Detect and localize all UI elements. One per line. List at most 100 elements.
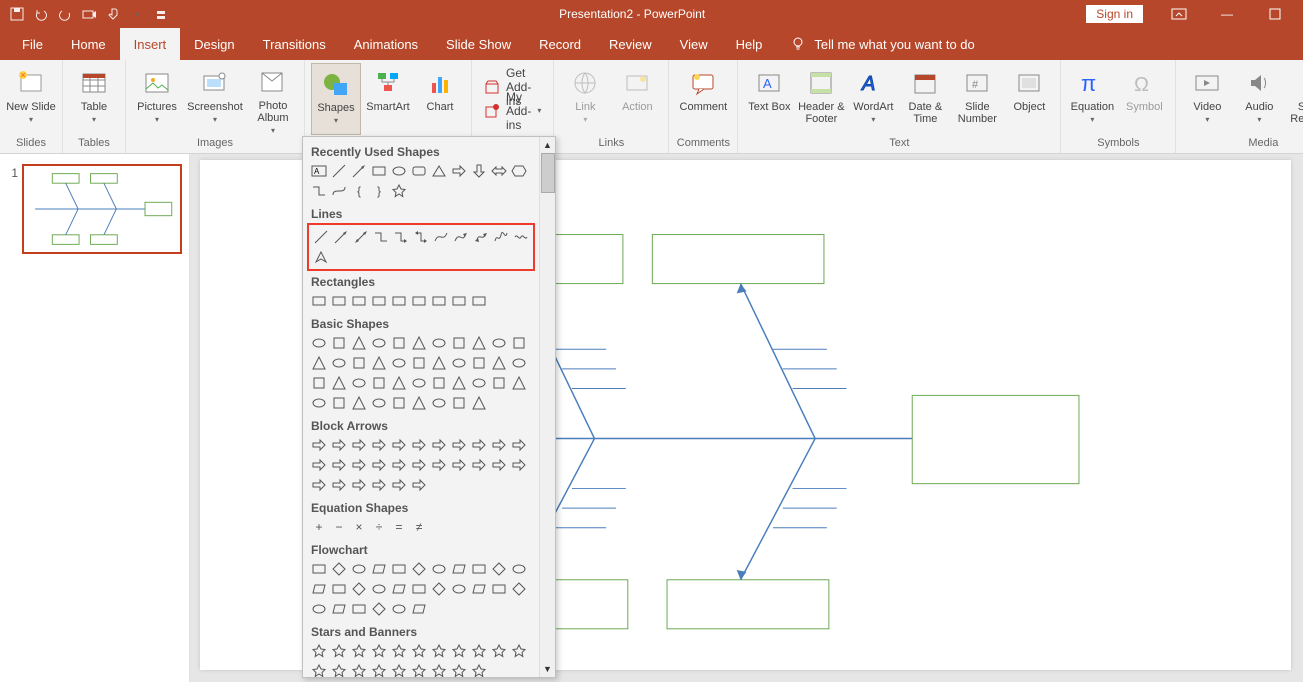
- flowchart-shape-icon[interactable]: [329, 579, 349, 599]
- line-freeform-shape-icon[interactable]: [311, 247, 331, 267]
- shapes-scrollbar[interactable]: ▲ ▼: [539, 137, 555, 677]
- eq-eq-icon[interactable]: =: [389, 517, 409, 537]
- flowchart-shape-icon[interactable]: [429, 579, 449, 599]
- wordart-button[interactable]: AWordArt▾: [848, 63, 898, 135]
- block-arrow-icon[interactable]: [449, 435, 469, 455]
- star-shape-icon[interactable]: [389, 661, 409, 677]
- flowchart-shape-icon[interactable]: [429, 559, 449, 579]
- star-shape-icon[interactable]: [449, 641, 469, 661]
- basic-shape-icon[interactable]: [489, 373, 509, 393]
- star-shape-icon[interactable]: [489, 641, 509, 661]
- block-arrow-icon[interactable]: [349, 475, 369, 495]
- block-arrow-icon[interactable]: [349, 455, 369, 475]
- sign-in-button[interactable]: Sign in: [1086, 5, 1143, 23]
- flowchart-shape-icon[interactable]: [489, 559, 509, 579]
- shape-arrow-lr-icon[interactable]: [489, 161, 509, 181]
- new-slide-button[interactable]: New Slide▾: [6, 63, 56, 135]
- block-arrow-icon[interactable]: [409, 435, 429, 455]
- shape-elbow-icon[interactable]: [309, 181, 329, 201]
- star-shape-icon[interactable]: [469, 641, 489, 661]
- block-arrow-icon[interactable]: [309, 455, 329, 475]
- block-arrow-icon[interactable]: [389, 435, 409, 455]
- shape-rbrace-icon[interactable]: }: [369, 181, 389, 201]
- pictures-button[interactable]: Pictures▾: [132, 63, 182, 135]
- flowchart-shape-icon[interactable]: [389, 579, 409, 599]
- photo-album-button[interactable]: Photo Album▾: [248, 63, 298, 135]
- line-double-arrow-icon[interactable]: [351, 227, 371, 247]
- basic-shape-icon[interactable]: [429, 393, 449, 413]
- shape-line-icon[interactable]: [329, 161, 349, 181]
- basic-shape-icon[interactable]: [369, 393, 389, 413]
- basic-shape-icon[interactable]: [429, 353, 449, 373]
- block-arrow-icon[interactable]: [389, 455, 409, 475]
- line-arrow-icon[interactable]: [331, 227, 351, 247]
- line-straight-icon[interactable]: [311, 227, 331, 247]
- basic-shape-icon[interactable]: [389, 353, 409, 373]
- block-arrow-icon[interactable]: [369, 435, 389, 455]
- tell-me-search[interactable]: Tell me what you want to do: [790, 36, 974, 52]
- basic-shape-icon[interactable]: [449, 353, 469, 373]
- rect-variant-icon[interactable]: [449, 291, 469, 311]
- ribbon-display-icon[interactable]: [1157, 0, 1201, 28]
- block-arrow-icon[interactable]: [349, 435, 369, 455]
- shape-arrow-down-icon[interactable]: [469, 161, 489, 181]
- block-arrow-icon[interactable]: [449, 455, 469, 475]
- block-arrow-icon[interactable]: [489, 435, 509, 455]
- basic-shape-icon[interactable]: [449, 373, 469, 393]
- shape-lbrace-icon[interactable]: {: [349, 181, 369, 201]
- rect-variant-icon[interactable]: [389, 291, 409, 311]
- shape-hexagon-icon[interactable]: [509, 161, 529, 181]
- block-arrow-icon[interactable]: [329, 475, 349, 495]
- basic-shape-icon[interactable]: [389, 373, 409, 393]
- basic-shape-icon[interactable]: [469, 353, 489, 373]
- flowchart-shape-icon[interactable]: [509, 559, 529, 579]
- basic-shape-icon[interactable]: [369, 373, 389, 393]
- basic-shape-icon[interactable]: [509, 353, 529, 373]
- basic-shape-icon[interactable]: [469, 373, 489, 393]
- tab-file[interactable]: File: [8, 28, 57, 60]
- my-addins-button[interactable]: My Add-ins ▾: [478, 100, 547, 122]
- rect-variant-icon[interactable]: [409, 291, 429, 311]
- star-shape-icon[interactable]: [409, 661, 429, 677]
- block-arrow-icon[interactable]: [509, 435, 529, 455]
- line-curved-double-icon[interactable]: [471, 227, 491, 247]
- flowchart-shape-icon[interactable]: [329, 599, 349, 619]
- basic-shape-icon[interactable]: [489, 333, 509, 353]
- rect-variant-icon[interactable]: [469, 291, 489, 311]
- screenrec-button[interactable]: Screen Recording: [1286, 63, 1303, 135]
- shape-oval-icon[interactable]: [389, 161, 409, 181]
- tab-animations[interactable]: Animations: [340, 28, 432, 60]
- star-shape-icon[interactable]: [329, 641, 349, 661]
- slidenum-button[interactable]: #Slide Number: [952, 63, 1002, 135]
- shape-arrow-right-icon[interactable]: [449, 161, 469, 181]
- star-shape-icon[interactable]: [429, 661, 449, 677]
- block-arrow-icon[interactable]: [469, 455, 489, 475]
- slide-thumbnail-1[interactable]: [22, 164, 182, 254]
- basic-shape-icon[interactable]: [309, 333, 329, 353]
- block-arrow-icon[interactable]: [329, 455, 349, 475]
- flowchart-shape-icon[interactable]: [369, 579, 389, 599]
- tab-design[interactable]: Design: [180, 28, 248, 60]
- flowchart-shape-icon[interactable]: [309, 579, 329, 599]
- star-shape-icon[interactable]: [429, 641, 449, 661]
- scroll-thumb[interactable]: [541, 153, 555, 193]
- line-curved-arrow-icon[interactable]: [451, 227, 471, 247]
- flowchart-shape-icon[interactable]: [369, 559, 389, 579]
- comment-button[interactable]: Comment: [675, 63, 731, 135]
- star-shape-icon[interactable]: [329, 661, 349, 677]
- basic-shape-icon[interactable]: [409, 333, 429, 353]
- save-icon[interactable]: [6, 3, 28, 25]
- line-curved-icon[interactable]: [431, 227, 451, 247]
- cause-box-br[interactable]: [667, 580, 829, 629]
- flowchart-shape-icon[interactable]: [369, 599, 389, 619]
- block-arrow-icon[interactable]: [489, 455, 509, 475]
- shape-curve-icon[interactable]: [329, 181, 349, 201]
- star-shape-icon[interactable]: [309, 641, 329, 661]
- rect-variant-icon[interactable]: [349, 291, 369, 311]
- basic-shape-icon[interactable]: [369, 353, 389, 373]
- basic-shape-icon[interactable]: [329, 393, 349, 413]
- basic-shape-icon[interactable]: [309, 393, 329, 413]
- flowchart-shape-icon[interactable]: [509, 579, 529, 599]
- star-shape-icon[interactable]: [509, 641, 529, 661]
- start-from-beginning-icon[interactable]: [78, 3, 100, 25]
